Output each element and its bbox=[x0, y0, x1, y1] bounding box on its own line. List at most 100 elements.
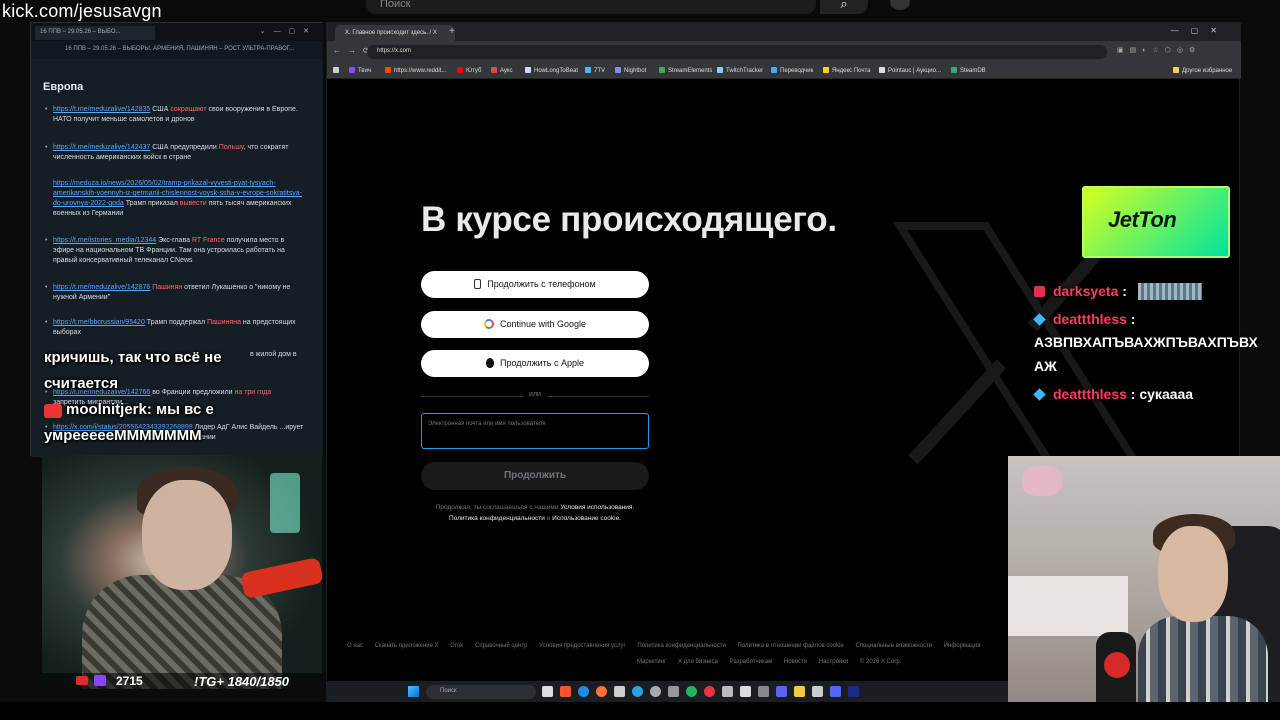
footer-link[interactable]: Разработчикам bbox=[730, 659, 773, 665]
left-browser-tab[interactable]: 16 ППВ – 29.05.26 – ВЫБО... bbox=[35, 26, 155, 40]
left-address-bar[interactable]: 16 ППВ – 29.05.26 – ВЫБОРЫ, АРМЕНИЯ, ПАШ… bbox=[31, 41, 323, 59]
news-link[interactable]: https://t.me/meduzalive/142437 bbox=[53, 144, 150, 151]
bookmark-item[interactable] bbox=[333, 67, 342, 74]
telegram-icon[interactable] bbox=[632, 686, 643, 697]
app-icon[interactable] bbox=[830, 686, 841, 697]
chat-username: moolnitjerk bbox=[66, 401, 147, 418]
overlay-chat-line: умреееееМММММММ bbox=[44, 427, 202, 444]
brave-icon[interactable] bbox=[560, 686, 571, 697]
news-item: https://meduza.io/news/2026/05/02/tramp-… bbox=[53, 179, 305, 219]
sub-goal-counter: !TG+ 1840/1850 bbox=[194, 674, 290, 689]
extensions-icons[interactable]: ▣▤◐☆⬡◎⚙ bbox=[1117, 46, 1201, 54]
footer-link[interactable]: Grok bbox=[450, 643, 463, 649]
app-icon[interactable] bbox=[614, 686, 625, 697]
footer-link[interactable]: Специальные возможности bbox=[855, 643, 932, 649]
bookmark-item[interactable]: Ютуб bbox=[457, 67, 481, 74]
footer-link[interactable]: Политика конфиденциальности bbox=[637, 643, 726, 649]
bookmark-item[interactable]: Pointauc | Аукцио... bbox=[879, 67, 941, 74]
news-item: https://t.me/meduzalive/142835 США сокра… bbox=[45, 105, 305, 125]
terms-link[interactable]: Условия использования. bbox=[560, 504, 634, 511]
bookmark-item[interactable]: Nightbot bbox=[615, 67, 646, 74]
chat-message: deattthless : bbox=[1033, 311, 1135, 327]
cookie-link[interactable]: Использование cookie. bbox=[552, 515, 621, 522]
continue-with-apple-button[interactable]: Продолжить с Apple bbox=[421, 350, 649, 377]
news-item: https://t.me/meduzalive/142876 Пашинян о… bbox=[45, 283, 305, 303]
or-label: или bbox=[523, 391, 547, 398]
bookmark-item[interactable]: TwitchTracker bbox=[717, 67, 763, 74]
bookmark-item[interactable]: StreamElements bbox=[659, 67, 712, 74]
overlay-chat-message: moolnitjerk: мы вс е bbox=[66, 401, 214, 418]
main-address-bar[interactable]: https://x.com bbox=[367, 45, 1107, 59]
email-username-field[interactable]: Электронная почта или имя пользователя bbox=[421, 413, 649, 449]
footer-link[interactable]: Политика в отношении файлов cookie bbox=[738, 643, 844, 649]
news-link[interactable]: https://t.me/istories_media/12344 bbox=[53, 237, 156, 244]
news-link[interactable]: https://t.me/bbcrussian/95420 bbox=[53, 319, 145, 326]
overlay-chat-line: считается bbox=[44, 375, 118, 392]
app-icon[interactable] bbox=[722, 686, 733, 697]
app-icon[interactable] bbox=[668, 686, 679, 697]
search-icon[interactable]: ⌕ bbox=[820, 0, 868, 14]
twitch-icon bbox=[94, 675, 106, 686]
edge-icon[interactable] bbox=[578, 686, 589, 697]
footer-link[interactable]: Скачать приложение X bbox=[375, 643, 439, 649]
chat-username: deattthless bbox=[1053, 311, 1127, 327]
bookmark-item[interactable]: Переводчик bbox=[771, 67, 813, 74]
weather-icon[interactable] bbox=[542, 686, 553, 697]
chat-emote-image bbox=[1138, 283, 1202, 300]
app-icon[interactable] bbox=[812, 686, 823, 697]
news-link[interactable]: https://t.me/meduzalive/142835 bbox=[53, 106, 150, 113]
platform-badge-icon bbox=[44, 404, 62, 418]
bookmark-item[interactable]: https://www.reddit... bbox=[385, 67, 446, 74]
app-icon[interactable] bbox=[740, 686, 751, 697]
app-icon[interactable] bbox=[650, 686, 661, 697]
overlay-chat-line: кричишь, так что всё не bbox=[44, 349, 222, 366]
news-item: https://t.me/meduzalive/142437 США преду… bbox=[45, 143, 305, 163]
bookmarks-bar: Твич https://www.reddit... Ютуб Аукс How… bbox=[327, 63, 1241, 79]
bookmark-item[interactable]: Яндекс Почта bbox=[823, 67, 871, 74]
footer-link[interactable]: Информация bbox=[944, 643, 981, 649]
bookmark-item[interactable]: Аукс bbox=[491, 67, 513, 74]
continue-with-google-button[interactable]: Continue with Google bbox=[421, 311, 649, 338]
bookmark-item[interactable]: HowLongToBeat bbox=[525, 67, 578, 74]
bookmark-item[interactable]: 7TV bbox=[585, 67, 605, 74]
chat-message-text: АЖ bbox=[1034, 358, 1057, 374]
left-browser-tabbar: 16 ППВ – 29.05.26 – ВЫБО... ⌄—▢✕ bbox=[31, 23, 323, 41]
app-icon[interactable] bbox=[704, 686, 715, 697]
news-link[interactable]: https://t.me/meduzalive/142876 bbox=[53, 284, 150, 291]
footer-link[interactable]: Маркетинг bbox=[637, 659, 666, 665]
main-browser-tabbar: X. Главное происходит здесь. / X + —▢✕ bbox=[327, 23, 1241, 41]
chat-username: deattthless bbox=[1053, 386, 1127, 402]
window-controls[interactable]: ⌄—▢✕ bbox=[260, 27, 317, 35]
start-icon[interactable] bbox=[408, 686, 419, 697]
top-search-input[interactable]: Поиск bbox=[366, 0, 816, 14]
other-bookmarks[interactable]: Другое избранное bbox=[1173, 67, 1232, 74]
apple-icon bbox=[486, 358, 494, 368]
footer-link[interactable]: Новости bbox=[784, 659, 807, 665]
chat-message: darksyeta : bbox=[1034, 283, 1127, 299]
bookmark-item[interactable]: SteamDB bbox=[951, 67, 986, 74]
app-icon[interactable] bbox=[848, 686, 859, 697]
window-controls[interactable]: —▢✕ bbox=[1171, 26, 1229, 35]
copyright: © 2026 X Corp. bbox=[859, 659, 902, 665]
folder-icon[interactable] bbox=[794, 686, 805, 697]
chat-badge-icon bbox=[1033, 388, 1046, 401]
news-item: https://t.me/istories_media/12344 Экс-гл… bbox=[45, 236, 305, 266]
privacy-link[interactable]: Политика конфиденциальности bbox=[449, 515, 545, 522]
footer-link[interactable]: Справочный центр bbox=[475, 643, 527, 649]
main-browser-tab[interactable]: X. Главное происходит здесь. / X bbox=[335, 25, 455, 41]
firefox-icon[interactable] bbox=[596, 686, 607, 697]
bookmark-item[interactable]: Твич bbox=[349, 67, 371, 74]
bottom-ticker bbox=[0, 702, 1280, 720]
phone-icon bbox=[474, 279, 482, 289]
spotify-icon[interactable] bbox=[686, 686, 697, 697]
continue-with-phone-button[interactable]: Продолжить с телефоном bbox=[421, 271, 649, 298]
footer-link[interactable]: X для бизнеса bbox=[678, 659, 718, 665]
app-icon[interactable] bbox=[758, 686, 769, 697]
taskbar-search[interactable]: Поиск bbox=[426, 685, 536, 699]
footer-link[interactable]: Настройки bbox=[819, 659, 848, 665]
new-tab-icon[interactable]: + bbox=[449, 26, 455, 37]
footer-link[interactable]: Условия предоставления услуг bbox=[539, 643, 626, 649]
continue-button[interactable]: Продолжить bbox=[421, 462, 649, 490]
footer-link[interactable]: О нас bbox=[347, 643, 363, 649]
discord-icon[interactable] bbox=[776, 686, 787, 697]
